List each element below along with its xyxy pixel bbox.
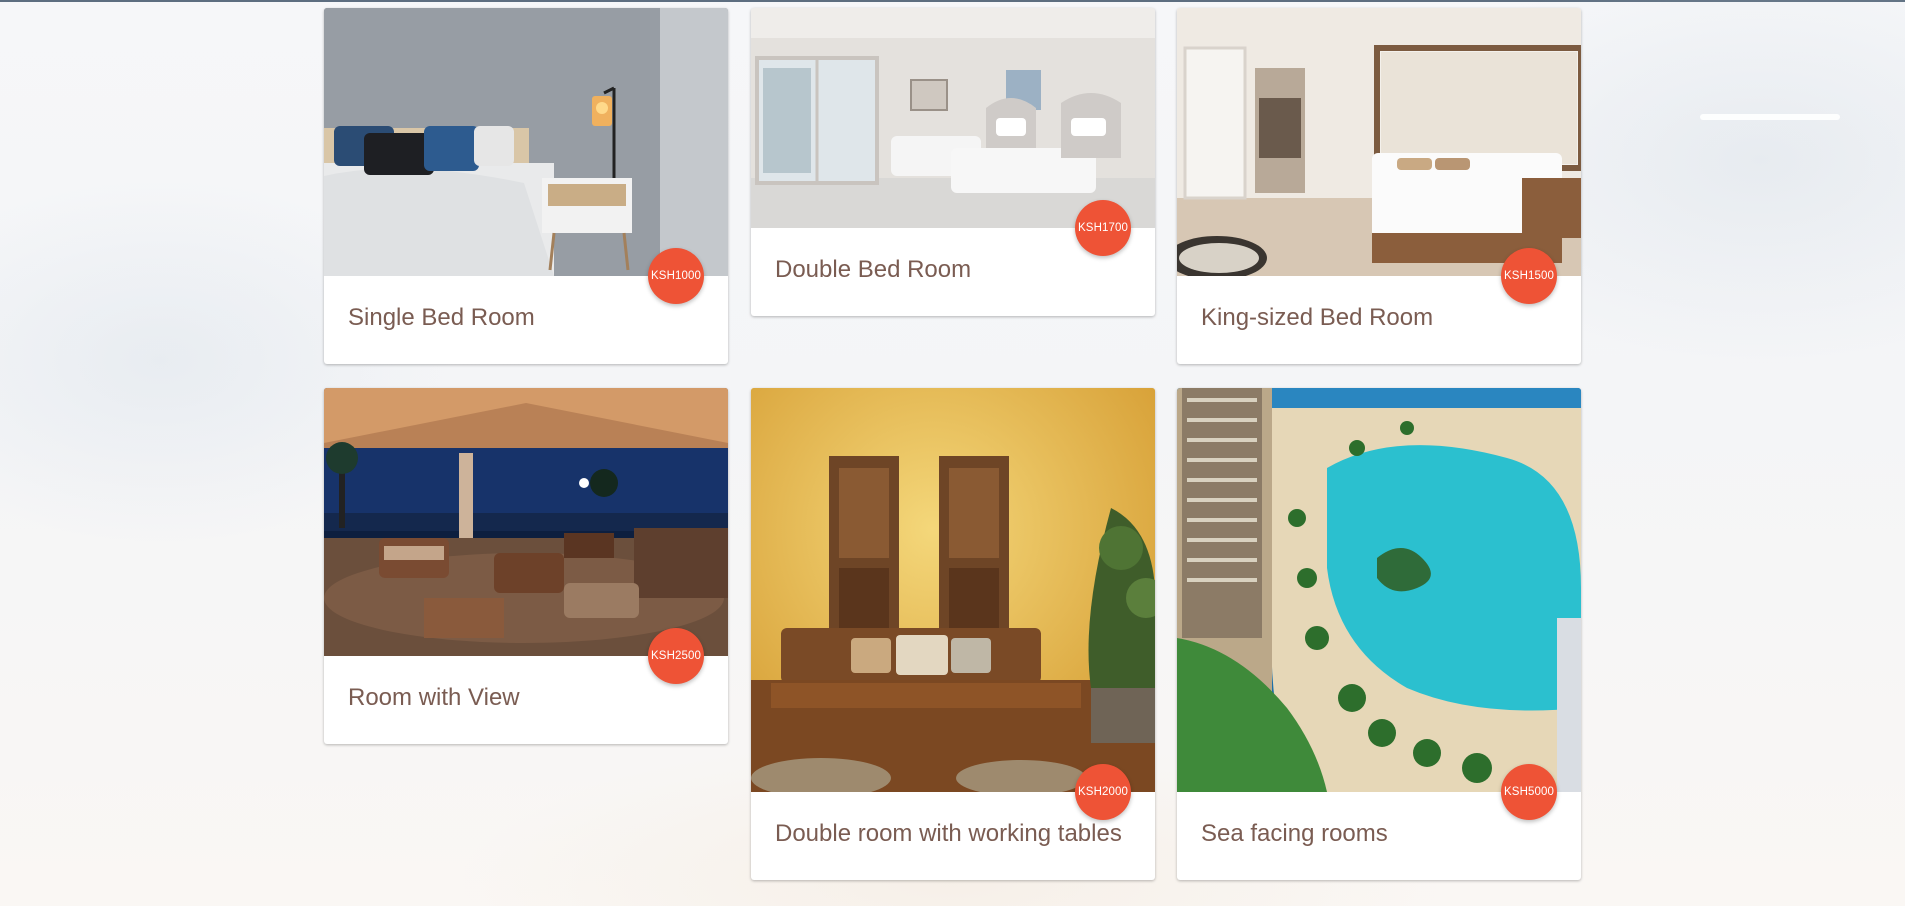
price-badge-single-bed: KSH1000 bbox=[648, 248, 704, 304]
top-border-line bbox=[0, 0, 1905, 2]
room-title-king-sized-bed: King-sized Bed Room bbox=[1201, 304, 1434, 331]
room-card-double-bed[interactable]: KSH1700 Double Bed Room bbox=[751, 8, 1155, 316]
price-badge-sea-facing: KSH5000 bbox=[1501, 764, 1557, 820]
room-image-room-with-view bbox=[324, 388, 728, 656]
price-badge-double-bed: KSH1700 bbox=[1075, 200, 1131, 256]
room-image-sea-facing bbox=[1177, 388, 1581, 792]
room-title-room-with-view: Room with View bbox=[348, 684, 520, 711]
room-image-king-sized-bed bbox=[1177, 8, 1581, 276]
room-card-king-sized-bed[interactable]: KSH1500 King-sized Bed Room bbox=[1177, 8, 1581, 364]
room-title-sea-facing: Sea facing rooms bbox=[1201, 820, 1388, 847]
room-title-double-bed: Double Bed Room bbox=[775, 256, 972, 283]
price-badge-room-with-view: KSH2500 bbox=[648, 628, 704, 684]
room-title-double-room-working-tables: Double room with working tables bbox=[775, 820, 1122, 847]
room-card-single-bed[interactable]: KSH1000 Single Bed Room bbox=[324, 8, 728, 364]
room-image-single-bed bbox=[324, 8, 728, 276]
room-card-room-with-view[interactable]: KSH2500 Room with View bbox=[324, 388, 728, 744]
room-card-sea-facing[interactable]: KSH5000 Sea facing rooms bbox=[1177, 388, 1581, 880]
room-title-single-bed: Single Bed Room bbox=[348, 304, 535, 331]
room-card-double-room-working-tables[interactable]: KSH2000 Double room with working tables bbox=[751, 388, 1155, 880]
background-decorative-bar bbox=[1700, 114, 1840, 120]
room-image-double-bed bbox=[751, 8, 1155, 228]
room-image-double-room-working-tables bbox=[751, 388, 1155, 792]
price-badge-double-room-working-tables: KSH2000 bbox=[1075, 764, 1131, 820]
price-badge-king-sized-bed: KSH1500 bbox=[1501, 248, 1557, 304]
